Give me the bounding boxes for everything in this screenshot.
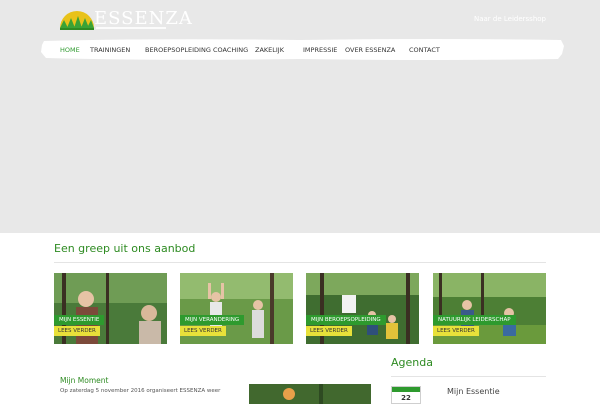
offer-card-mijn-beroepsopleiding[interactable]: MIJN BEROEPSOPLEIDING LEES VERDER (306, 273, 419, 344)
card-tag: MIJN VERANDERING (180, 315, 245, 325)
nav-coaching[interactable]: COACHING (213, 46, 248, 54)
nav-zakelijk[interactable]: ZAKELIJK (255, 46, 284, 54)
offer-card-mijn-essentie[interactable]: MIJN ESSENTIE LEES VERDER (54, 273, 167, 344)
offer-card-mijn-verandering[interactable]: MIJN VERANDERING LEES VERDER (180, 273, 293, 344)
nav-trainingen[interactable]: TRAININGEN (90, 46, 130, 54)
read-more-button[interactable]: LEES VERDER (180, 326, 226, 336)
nav-impressie[interactable]: IMPRESSIE (303, 46, 337, 54)
section-divider (54, 262, 546, 263)
offer-card-natuurlijk-leiderschap[interactable]: NATUURLIJK LEIDERSCHAP LEES VERDER (433, 273, 546, 344)
shop-link[interactable]: Naar de Leidersshop (474, 15, 546, 23)
nav-home[interactable]: HOME (60, 46, 80, 54)
hero-banner: ESSENZA Naar de Leidersshop HOME TRAININ… (0, 0, 600, 233)
card-tag: MIJN BEROEPSOPLEIDING (306, 315, 386, 325)
read-more-button[interactable]: LEES VERDER (306, 326, 352, 336)
calendar-day: 22 (401, 394, 411, 402)
nav-beroepsopleiding[interactable]: BEROEPSOPLEIDING (145, 46, 211, 54)
agenda-title: Agenda (391, 356, 433, 369)
offer-section-title: Een greep uit ons aanbod (54, 242, 196, 255)
nav-contact[interactable]: CONTACT (409, 46, 440, 54)
read-more-button[interactable]: LEES VERDER (433, 326, 479, 336)
article-photo-image (249, 384, 371, 404)
logo-wordmark[interactable]: ESSENZA (94, 8, 193, 29)
main-navigation: HOME TRAININGEN BEROEPSOPLEIDING COACHIN… (40, 38, 565, 61)
calendar-header (392, 387, 420, 392)
agenda-item-link[interactable]: Mijn Essentie (447, 387, 500, 396)
nav-over-essenza[interactable]: OVER ESSENZA (345, 46, 395, 54)
card-tag: NATUURLIJK LEIDERSCHAP (433, 315, 516, 325)
agenda-divider (391, 376, 546, 377)
logo-tagline (96, 27, 166, 29)
card-tag: MIJN ESSENTIE (54, 315, 105, 325)
article-photo (249, 384, 371, 404)
calendar-icon: 22 (391, 386, 421, 404)
article-text: Op zaterdag 5 november 2016 organiseert … (60, 388, 221, 394)
article-title[interactable]: Mijn Moment (60, 376, 108, 385)
read-more-button[interactable]: LEES VERDER (54, 326, 100, 336)
